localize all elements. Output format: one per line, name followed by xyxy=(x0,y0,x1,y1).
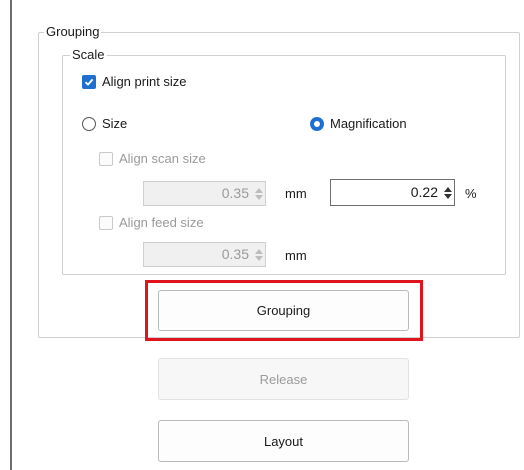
align-feed-size-checkbox[interactable]: Align feed size xyxy=(99,215,204,231)
scan-size-value: 0.35 xyxy=(221,185,249,201)
grouping-groupbox-title: Grouping xyxy=(44,24,102,40)
spin-up-icon[interactable] xyxy=(255,187,263,193)
feed-size-unit: mm xyxy=(285,248,307,263)
spin-up-icon[interactable] xyxy=(444,186,452,192)
align-print-size-checkbox[interactable]: Align print size xyxy=(82,74,187,90)
spin-down-icon[interactable] xyxy=(255,255,263,261)
scale-groupbox-title: Scale xyxy=(70,47,107,63)
checkmark-icon xyxy=(82,75,96,89)
scan-size-unit: mm xyxy=(285,186,307,201)
spinner-arrows[interactable] xyxy=(253,182,265,205)
scan-size-spinner[interactable]: 0.35 xyxy=(143,181,266,206)
magnification-unit: % xyxy=(465,186,477,201)
align-scan-size-label: Align scan size xyxy=(119,151,206,166)
checkbox-icon xyxy=(99,216,113,230)
window-left-edge xyxy=(10,0,12,470)
align-print-size-label: Align print size xyxy=(102,74,187,89)
align-feed-size-label: Align feed size xyxy=(119,215,204,230)
magnification-radio-label: Magnification xyxy=(330,116,407,131)
spinner-arrows[interactable] xyxy=(442,180,454,205)
spin-up-icon[interactable] xyxy=(255,248,263,254)
layout-button[interactable]: Layout xyxy=(158,420,409,462)
grouping-button[interactable]: Grouping xyxy=(158,290,409,331)
spinner-arrows[interactable] xyxy=(253,243,265,266)
spin-down-icon[interactable] xyxy=(255,194,263,200)
checkbox-icon xyxy=(99,152,113,166)
size-radio[interactable]: Size xyxy=(82,116,127,132)
magnification-spinner[interactable]: 0.22 xyxy=(330,179,455,206)
radio-selected-icon xyxy=(310,117,324,131)
release-button[interactable]: Release xyxy=(158,358,409,400)
align-scan-size-checkbox[interactable]: Align scan size xyxy=(99,151,206,167)
magnification-value: 0.22 xyxy=(410,184,438,200)
feed-size-value: 0.35 xyxy=(221,246,249,262)
radio-icon xyxy=(82,117,96,131)
magnification-radio[interactable]: Magnification xyxy=(310,116,407,132)
spin-down-icon[interactable] xyxy=(444,193,452,199)
size-radio-label: Size xyxy=(102,116,128,131)
feed-size-spinner[interactable]: 0.35 xyxy=(143,242,266,267)
